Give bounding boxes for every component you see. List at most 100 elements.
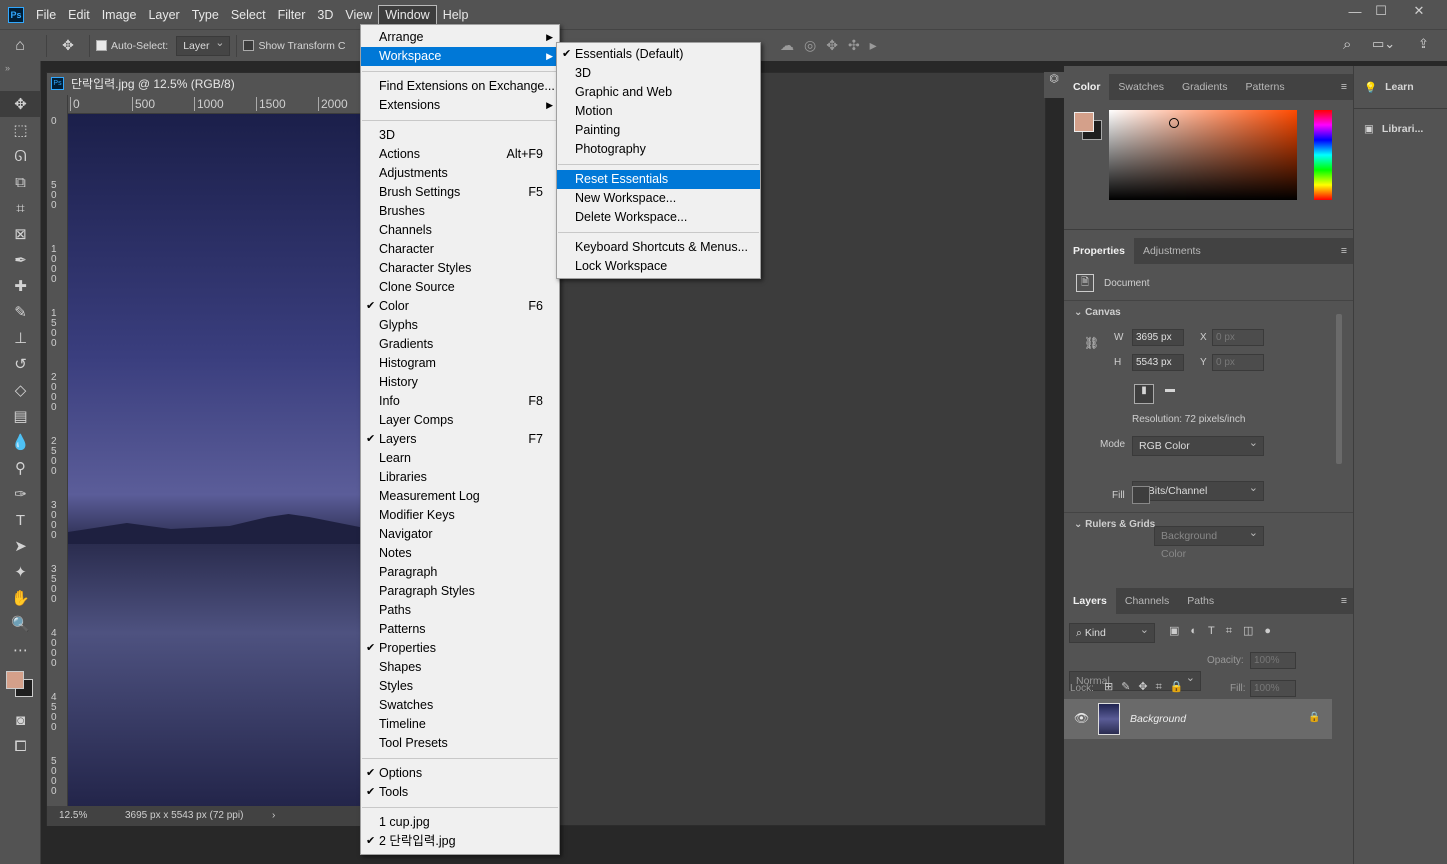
- menu-window[interactable]: Window: [378, 4, 437, 25]
- search-icon[interactable]: ⌕: [1343, 36, 1351, 53]
- screen-mode-icon[interactable]: ⧠: [0, 733, 41, 759]
- fill-dropdown[interactable]: Background Color: [1154, 524, 1264, 560]
- menu-item-layers[interactable]: ✔ Layers F7: [361, 430, 559, 449]
- menu-item-history[interactable]: History: [361, 373, 559, 392]
- menu-item-paragraph-styles[interactable]: Paragraph Styles: [361, 582, 559, 601]
- menu-item-graphic-and-web[interactable]: Graphic and Web: [557, 83, 760, 102]
- tab-gradients[interactable]: Gradients: [1173, 74, 1237, 100]
- layer-row-background[interactable]: 👁 Background 🔒: [1064, 699, 1332, 739]
- menu-item-paths[interactable]: Paths: [361, 601, 559, 620]
- properties-scrollbar[interactable]: [1336, 314, 1342, 464]
- lasso-tool-icon[interactable]: ᘏ: [0, 143, 41, 169]
- menu-item-2-jpg[interactable]: ✔ 2 단락입력.jpg: [361, 832, 559, 851]
- menu-item-workspace[interactable]: Workspace ▶: [361, 47, 559, 66]
- menu-item-options[interactable]: ✔ Options: [361, 764, 559, 783]
- workspace-icon[interactable]: ▭⌄: [1372, 36, 1395, 52]
- menu-item-adjustments[interactable]: Adjustments: [361, 164, 559, 183]
- marquee-tool-icon[interactable]: ⬚: [0, 117, 41, 143]
- history-panel-icon[interactable]: ⏣: [1044, 72, 1064, 98]
- auto-select-checkbox[interactable]: [96, 40, 107, 51]
- object-selection-tool-icon[interactable]: ⧉: [0, 169, 41, 195]
- menu-item-color[interactable]: ✔ Color F6: [361, 297, 559, 316]
- menu-item-motion[interactable]: Motion: [557, 102, 760, 121]
- menu-layer[interactable]: Layer: [142, 5, 185, 25]
- tab-adjustments[interactable]: Adjustments: [1134, 238, 1210, 264]
- move-tool-icon[interactable]: ✥: [53, 37, 83, 54]
- menu-item-3d[interactable]: 3D: [361, 126, 559, 145]
- menu-item-timeline[interactable]: Timeline: [361, 715, 559, 734]
- tab-swatches[interactable]: Swatches: [1109, 74, 1173, 100]
- brush-tool-icon[interactable]: ✎: [0, 299, 41, 325]
- menu-item-extensions[interactable]: Extensions ▶: [361, 96, 559, 115]
- auto-select-dropdown[interactable]: Layer: [176, 34, 231, 56]
- hand-tool-icon[interactable]: ✋: [0, 585, 41, 611]
- menu-item-brush-settings[interactable]: Brush Settings F5: [361, 183, 559, 202]
- menu-item-channels[interactable]: Channels: [361, 221, 559, 240]
- libraries-panel-button[interactable]: ▣ Librari...: [1354, 108, 1447, 148]
- menu-item-actions[interactable]: Actions Alt+F9: [361, 145, 559, 164]
- menu-select[interactable]: Select: [225, 5, 272, 25]
- menu-item-find-extensions-on-exchange[interactable]: Find Extensions on Exchange...: [361, 77, 559, 96]
- menu-edit[interactable]: Edit: [62, 5, 96, 25]
- quick-mask-icon[interactable]: ◙: [0, 707, 41, 733]
- frame-tool-icon[interactable]: ⊠: [0, 221, 41, 247]
- menu-item-paragraph[interactable]: Paragraph: [361, 563, 559, 582]
- menu-file[interactable]: File: [30, 5, 62, 25]
- tab-paths[interactable]: Paths: [1178, 588, 1223, 614]
- mode-dropdown[interactable]: RGB Color: [1132, 434, 1264, 456]
- blur-tool-icon[interactable]: 💧: [0, 429, 41, 455]
- menu-item-character[interactable]: Character: [361, 240, 559, 259]
- history-brush-tool-icon[interactable]: ↺: [0, 351, 41, 377]
- menu-item-clone-source[interactable]: Clone Source: [361, 278, 559, 297]
- menu-item-arrange[interactable]: Arrange ▶: [361, 28, 559, 47]
- height-field[interactable]: 5543 px: [1132, 354, 1184, 371]
- menu-item-shapes[interactable]: Shapes: [361, 658, 559, 677]
- menu-item-notes[interactable]: Notes: [361, 544, 559, 563]
- menu-item-styles[interactable]: Styles: [361, 677, 559, 696]
- hue-slider[interactable]: [1314, 110, 1332, 200]
- menu-item-3d[interactable]: 3D: [557, 64, 760, 83]
- tab-layers[interactable]: Layers: [1064, 588, 1116, 614]
- dodge-tool-icon[interactable]: ⚲: [0, 455, 41, 481]
- panel-menu-icon[interactable]: ≡: [1341, 245, 1353, 257]
- fill-swatch[interactable]: [1132, 486, 1150, 504]
- menu-image[interactable]: Image: [96, 5, 143, 25]
- status-arrow-icon[interactable]: ›: [272, 806, 275, 826]
- menu-item-modifier-keys[interactable]: Modifier Keys: [361, 506, 559, 525]
- menu-item-patterns[interactable]: Patterns: [361, 620, 559, 639]
- gradient-tool-icon[interactable]: ▤: [0, 403, 41, 429]
- menu-item-histogram[interactable]: Histogram: [361, 354, 559, 373]
- share-icon[interactable]: ⇪: [1418, 36, 1429, 52]
- menu-item-1-cup-jpg[interactable]: 1 cup.jpg: [361, 813, 559, 832]
- fg-color-swatch[interactable]: [1074, 112, 1094, 132]
- menu-item-new-workspace[interactable]: New Workspace...: [557, 189, 760, 208]
- menu-3d[interactable]: 3D: [311, 5, 339, 25]
- maximize-icon[interactable]: ☐: [1364, 0, 1398, 22]
- menu-item-keyboard-shortcuts-menus[interactable]: Keyboard Shortcuts & Menus...: [557, 238, 760, 257]
- opacity-field[interactable]: 100%: [1250, 652, 1296, 669]
- menu-item-tools[interactable]: ✔ Tools: [361, 783, 559, 802]
- menu-item-delete-workspace[interactable]: Delete Workspace...: [557, 208, 760, 227]
- canvas-section-header[interactable]: ⌄ Canvas: [1074, 307, 1121, 318]
- menu-item-character-styles[interactable]: Character Styles: [361, 259, 559, 278]
- lock-icons[interactable]: ⊞✎✥⌗🔒: [1104, 680, 1192, 694]
- menu-item-tool-presets[interactable]: Tool Presets: [361, 734, 559, 753]
- x-field[interactable]: 0 px: [1212, 329, 1264, 346]
- menu-item-brushes[interactable]: Brushes: [361, 202, 559, 221]
- bits-dropdown[interactable]: 8 Bits/Channel: [1132, 479, 1264, 501]
- pen-tool-icon[interactable]: ✑: [0, 481, 41, 507]
- foreground-color-swatch[interactable]: [6, 671, 24, 689]
- menu-type[interactable]: Type: [186, 5, 225, 25]
- night-sky-image-canvas[interactable]: [68, 114, 362, 806]
- learn-panel-button[interactable]: 💡 Learn: [1354, 66, 1447, 108]
- menu-item-navigator[interactable]: Navigator: [361, 525, 559, 544]
- menu-item-reset-essentials[interactable]: Reset Essentials: [557, 170, 760, 189]
- portrait-icon[interactable]: ▮: [1134, 384, 1154, 404]
- menu-item-properties[interactable]: ✔ Properties: [361, 639, 559, 658]
- menu-item-glyphs[interactable]: Glyphs: [361, 316, 559, 335]
- tab-color[interactable]: Color: [1064, 74, 1110, 100]
- menu-item-libraries[interactable]: Libraries: [361, 468, 559, 487]
- doc1-tab[interactable]: Ps 단락입력.jpg @ 12.5% (RGB/8): [47, 73, 407, 95]
- menu-item-info[interactable]: Info F8: [361, 392, 559, 411]
- layer-fill-field[interactable]: 100%: [1250, 680, 1296, 697]
